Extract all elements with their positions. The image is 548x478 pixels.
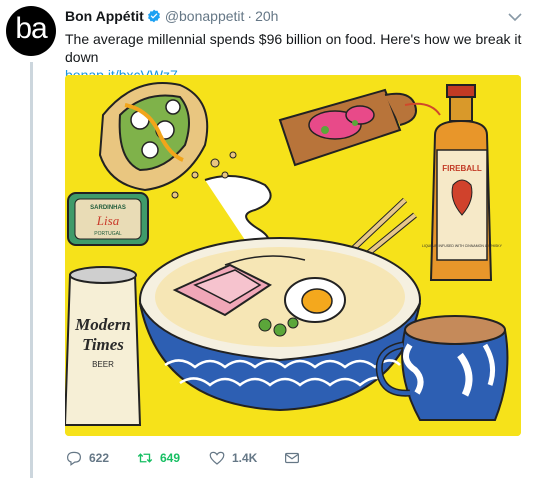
author-handle[interactable]: @bonappetit bbox=[165, 8, 245, 24]
beer-can: Modern Times BEER bbox=[65, 266, 142, 426]
retweet-icon bbox=[137, 453, 153, 463]
retweet-button[interactable]: 649 bbox=[136, 449, 180, 467]
tweet-image[interactable]: SARDINHAS Lisa PORTUGAL Modern Times BEE… bbox=[65, 75, 521, 436]
chevron-down-icon[interactable] bbox=[508, 12, 522, 22]
whisky-subtitle: LIQUEUR INFUSED WITH CINNAMON & WHISKY bbox=[422, 244, 503, 248]
like-button[interactable]: 1.4K bbox=[208, 449, 257, 467]
author-name[interactable]: Bon Appétit bbox=[65, 8, 144, 24]
tweet-header: Bon Appétit @bonappetit · 20h bbox=[65, 8, 278, 24]
sardines-label-bottom: PORTUGAL bbox=[94, 231, 122, 237]
retweet-count: 649 bbox=[160, 451, 181, 465]
beer-label-line1: Modern bbox=[74, 315, 131, 334]
thread-line bbox=[30, 62, 33, 478]
avatar-logo-text: ba bbox=[15, 12, 47, 45]
reply-count: 622 bbox=[89, 451, 110, 465]
reply-button[interactable]: 622 bbox=[65, 449, 109, 467]
sardine-tin: SARDINHAS Lisa PORTUGAL bbox=[67, 192, 149, 246]
verified-badge-icon bbox=[147, 9, 160, 23]
direct-message-button[interactable] bbox=[283, 449, 301, 467]
sardines-label-top: SARDINHAS bbox=[90, 205, 126, 211]
tweet-timestamp[interactable]: 20h bbox=[255, 8, 278, 24]
avatar[interactable]: ba bbox=[6, 6, 56, 56]
like-count: 1.4K bbox=[232, 451, 258, 465]
beer-label-line2: Times bbox=[82, 335, 124, 354]
beer-label-line3: BEER bbox=[92, 360, 114, 369]
reply-icon bbox=[67, 451, 81, 466]
envelope-icon bbox=[285, 452, 299, 464]
whisky-brand: FIREBALL bbox=[442, 164, 482, 173]
separator-dot: · bbox=[247, 8, 253, 24]
heart-icon bbox=[209, 451, 225, 465]
tweet-body: The average millennial spends $96 billio… bbox=[65, 31, 522, 65]
sardines-brand: Lisa bbox=[96, 213, 120, 228]
food-illustration: SARDINHAS Lisa PORTUGAL Modern Times BEE… bbox=[65, 75, 521, 436]
